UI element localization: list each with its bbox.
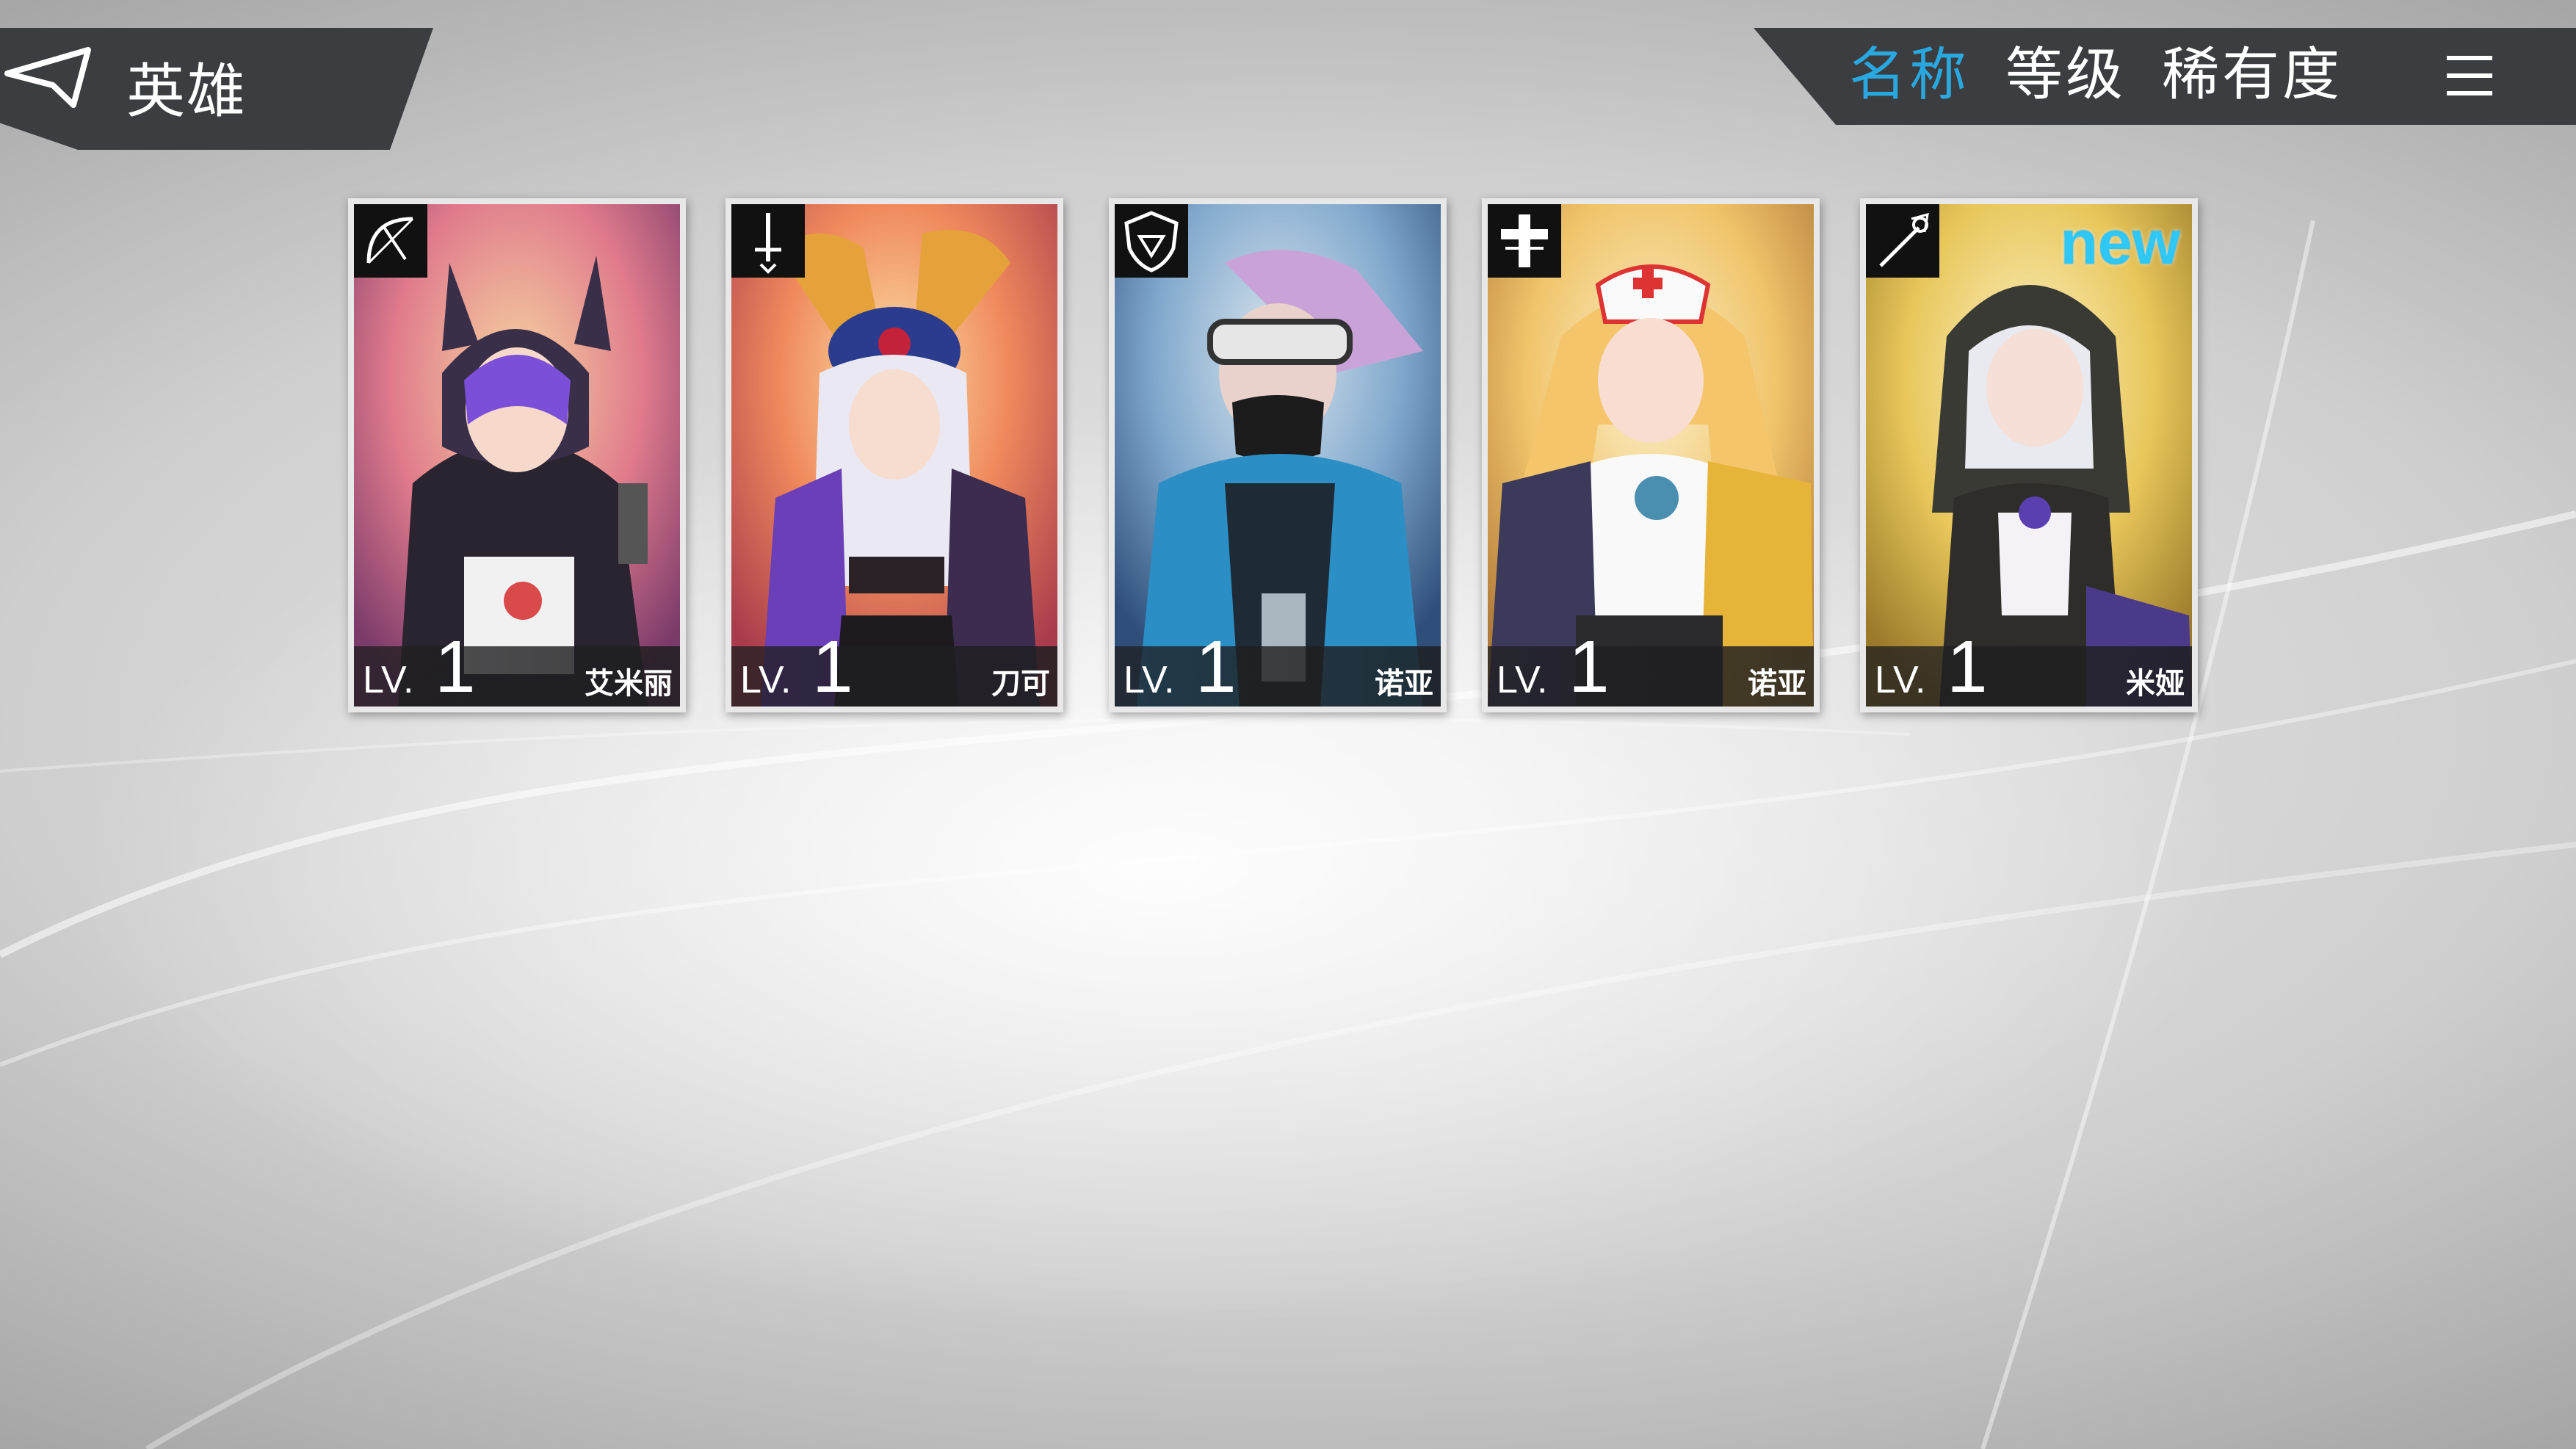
level-label: LV. xyxy=(1875,659,1926,701)
level-value: 1 xyxy=(1195,626,1237,708)
hero-card[interactable]: LV. 1 诺亚 xyxy=(1109,198,1447,712)
menu-icon[interactable] xyxy=(2441,50,2500,101)
level-value: 1 xyxy=(435,626,476,708)
hero-portrait xyxy=(1488,204,1814,707)
hero-name: 米娅 xyxy=(2126,667,2185,701)
sort-tab-level[interactable]: 等级 xyxy=(2005,38,2126,112)
hero-portrait xyxy=(731,204,1057,707)
hero-card[interactable]: LV. 1 艾米丽 xyxy=(348,198,686,712)
shield-icon xyxy=(1115,204,1188,278)
level-value: 1 xyxy=(1569,626,1610,708)
level-label: LV. xyxy=(363,659,414,701)
medic-cross-icon xyxy=(1488,204,1561,278)
page-title: 英雄 xyxy=(126,57,247,126)
new-badge: new xyxy=(2060,208,2180,277)
level-value: 1 xyxy=(1947,626,1988,708)
sort-bar: 名称 等级 稀有度 xyxy=(1754,28,2576,125)
hero-portrait xyxy=(1115,204,1441,707)
level-label: LV. xyxy=(1124,659,1175,701)
back-arrow-icon[interactable] xyxy=(0,28,99,127)
sort-tab-rarity[interactable]: 稀有度 xyxy=(2162,38,2342,112)
hero-name: 诺亚 xyxy=(1748,667,1806,701)
hero-name: 艾米丽 xyxy=(585,667,673,701)
level-value: 1 xyxy=(812,626,853,708)
hero-portrait xyxy=(1866,204,2192,707)
hero-portrait xyxy=(354,204,680,707)
hero-card[interactable]: LV. 1 诺亚 xyxy=(1482,198,1820,712)
level-label: LV. xyxy=(740,659,792,701)
hero-name: 刀可 xyxy=(991,667,1050,701)
bow-icon xyxy=(354,204,427,278)
hero-name: 诺亚 xyxy=(1375,667,1433,701)
hero-card[interactable]: new LV. 1 米娅 xyxy=(1860,198,2198,712)
sort-tab-name[interactable]: 名称 xyxy=(1849,38,1969,112)
staff-icon xyxy=(1866,204,1939,278)
hero-card[interactable]: LV. 1 刀可 xyxy=(726,198,1063,712)
title-bar: 英雄 xyxy=(0,28,433,150)
sword-icon xyxy=(731,204,805,278)
level-label: LV. xyxy=(1497,659,1548,701)
